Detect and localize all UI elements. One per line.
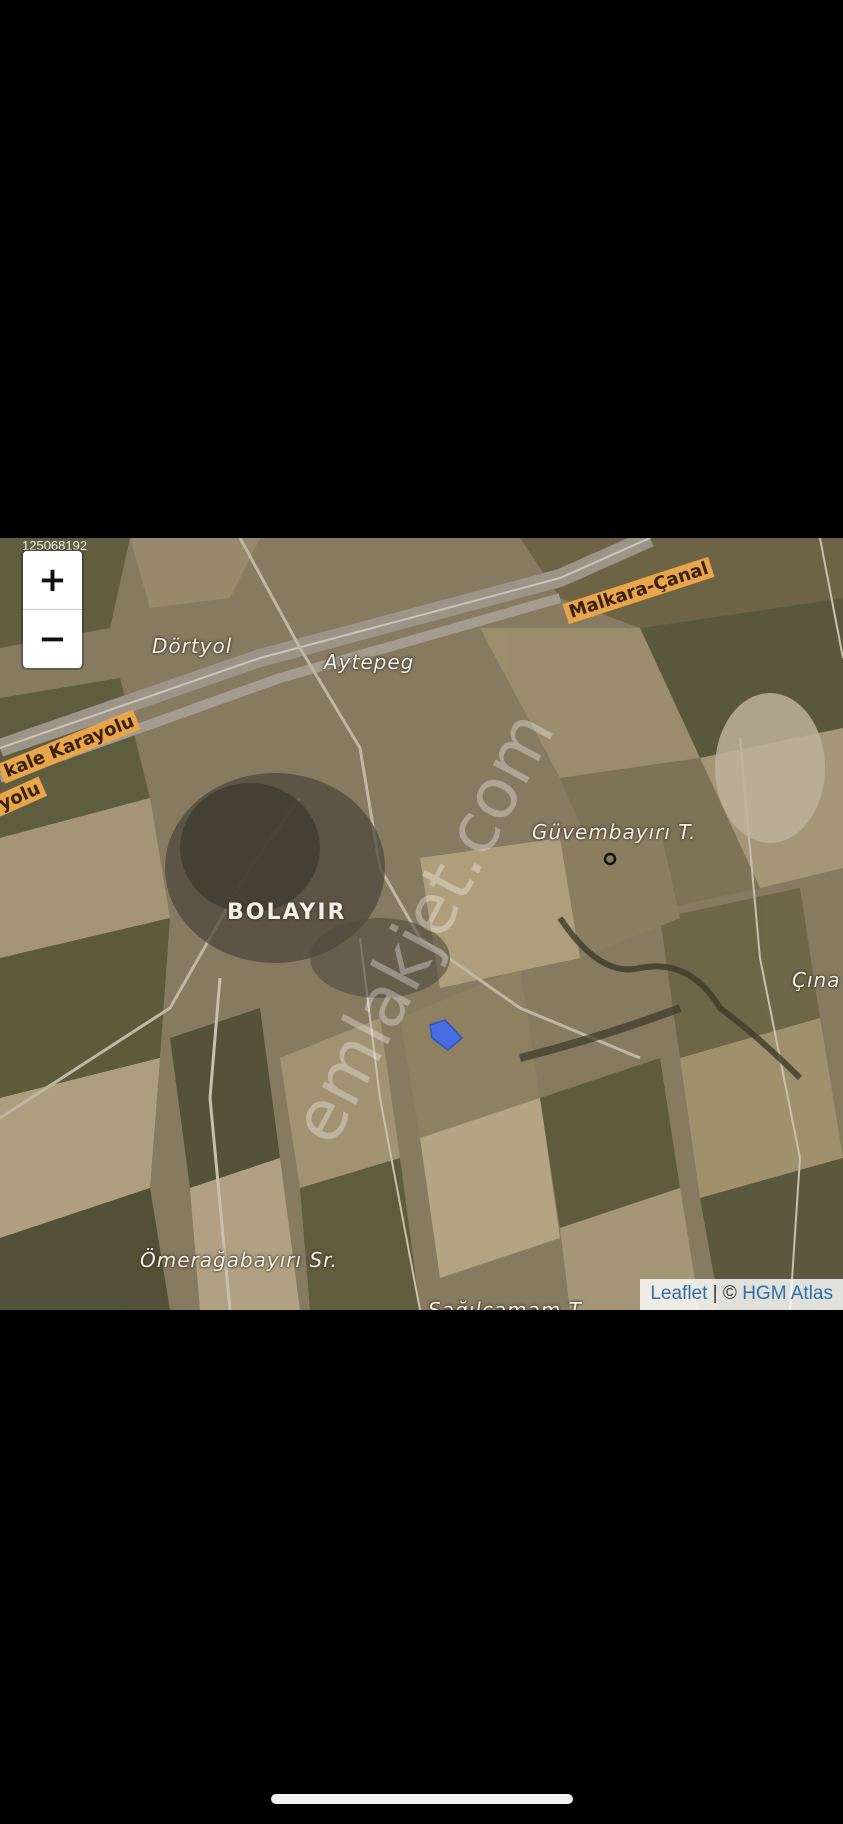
zoom-control: + −	[23, 551, 82, 668]
place-label-dortyol: Dörtyol	[152, 634, 233, 658]
attribution: Leaflet | © HGM Atlas	[640, 1279, 843, 1310]
zoom-out-button[interactable]: −	[23, 609, 82, 668]
place-label-bolayir: BOLAYIR	[227, 900, 347, 925]
leaflet-link[interactable]: Leaflet	[650, 1283, 707, 1304]
hgm-atlas-link[interactable]: HGM Atlas	[742, 1283, 833, 1304]
attribution-separator: | ©	[707, 1283, 743, 1304]
place-label-bottom-cut: Sağılçamam T	[428, 1298, 582, 1310]
place-label-cina: Çına	[792, 968, 841, 992]
place-label-guvembayiri: Güvembayırı T.	[532, 820, 697, 844]
place-label-aytepe: Aytepeg	[324, 650, 415, 674]
zoom-in-button[interactable]: +	[23, 551, 82, 609]
map-view[interactable]: emlakjet.com Malkara-Çanal kale Karayolu…	[0, 538, 843, 1310]
home-indicator[interactable]	[271, 1794, 573, 1804]
place-label-omeragabayiri: Ömerağabayırı Sr.	[140, 1248, 338, 1272]
